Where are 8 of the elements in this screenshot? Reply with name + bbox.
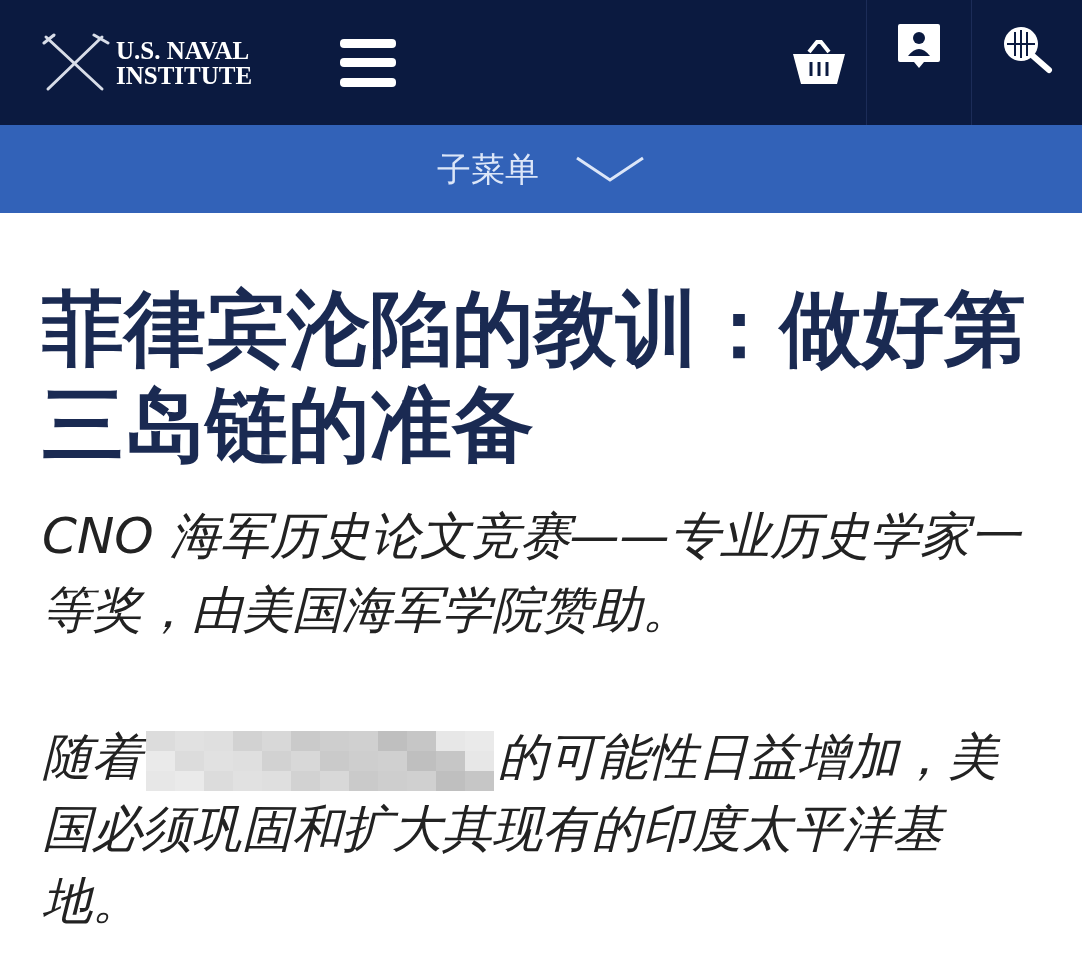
article-subtitle: CNO 海军历史论文竞赛——专业历史学家一等奖，由美国海军学院赞助。 bbox=[42, 506, 1023, 641]
crossed-swords-icon bbox=[42, 32, 110, 93]
submenu-toggle[interactable]: 子菜单 bbox=[0, 125, 1082, 213]
logo-text: U.S. NAVAL bbox=[116, 37, 251, 63]
menu-icon[interactable] bbox=[340, 38, 397, 87]
logo-text: INSTITUTE bbox=[116, 62, 253, 88]
article-paragraph: 随着 的可能性日益增加，美国必须巩固和扩大其现有的印度太平洋基地。 bbox=[42, 721, 1040, 937]
article-title: 菲律宾沦陷的教训：做好第三岛链的准备 bbox=[42, 281, 1027, 473]
